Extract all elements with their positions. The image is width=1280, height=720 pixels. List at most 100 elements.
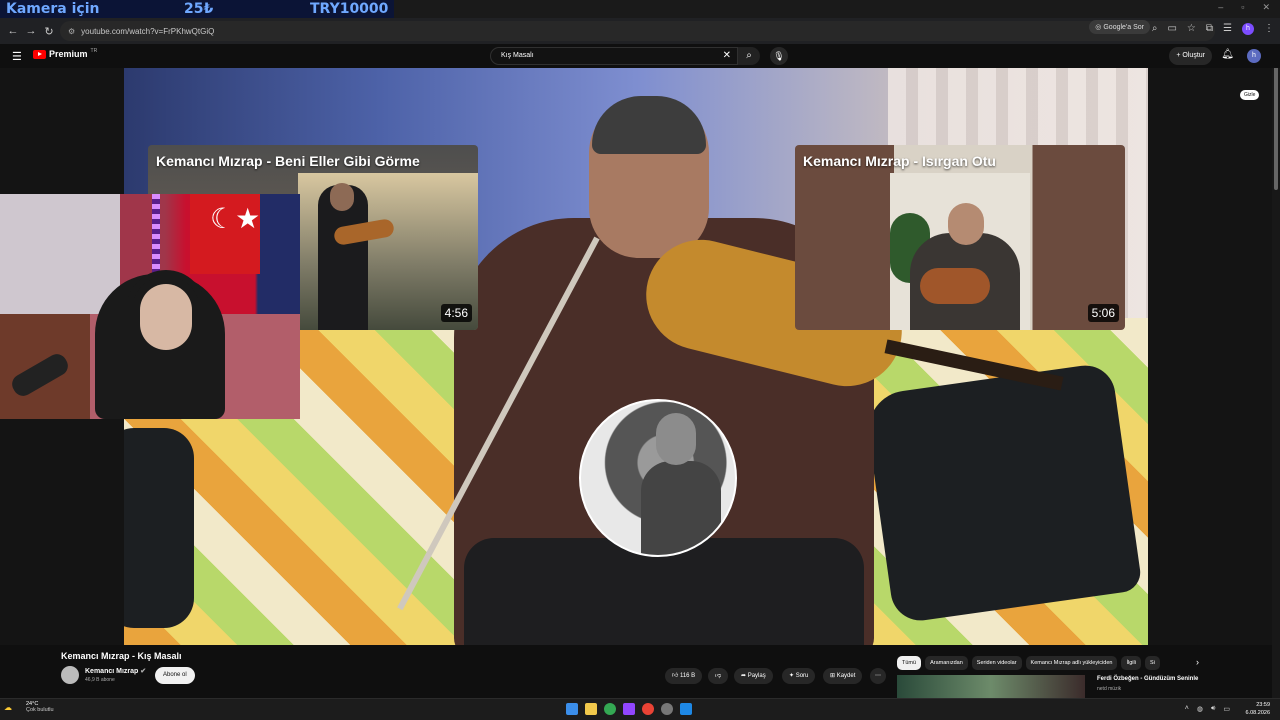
video-info-panel: Kemancı Mızrap - Kış Masalı Kemancı Mızr…	[0, 645, 1272, 698]
volume-icon[interactable]: 🔊︎	[1211, 705, 1215, 713]
weather-widget[interactable]: 24°C Çok bulutlu	[26, 701, 54, 713]
address-bar[interactable]: ⚙ youtube.com/watch?v=FrPKhwQtGiQ	[60, 21, 1215, 41]
card-duration: 4:56	[440, 304, 472, 322]
scrollbar-thumb[interactable]	[1274, 60, 1278, 190]
tray-chevron-icon[interactable]: ˄	[1185, 705, 1189, 713]
youtube-brand: Premium	[49, 49, 88, 59]
clock-time: 23:59	[1256, 702, 1270, 708]
thumbnail-violin	[920, 268, 990, 304]
share-icon: ➦	[741, 673, 748, 679]
extensions-icon[interactable]: ⧉	[1206, 23, 1213, 35]
weather-icon: ☁	[4, 703, 12, 712]
flag-crescent-icon: ☾★	[210, 203, 261, 234]
sparkle-icon: ✦	[789, 673, 796, 679]
chip-related[interactable]: İlgili	[1121, 656, 1141, 670]
like-button[interactable]: 👍︎ 116 B	[665, 668, 703, 684]
channel-name[interactable]: Kemancı Mızrap ✔	[85, 667, 146, 675]
network-icon[interactable]: ◍	[1197, 705, 1203, 713]
account-avatar[interactable]: h	[1247, 49, 1261, 63]
search-button[interactable]: ⌕	[738, 47, 760, 65]
search-input[interactable]: Kış Masalı ✕	[490, 47, 738, 65]
clock[interactable]: 23:59 6.08.2026	[1246, 701, 1270, 717]
start-icon[interactable]	[566, 703, 578, 715]
clear-search-icon[interactable]: ✕	[723, 50, 731, 61]
channel-name-text: Kemancı Mızrap	[85, 668, 139, 675]
browser-profile-avatar[interactable]: h	[1242, 23, 1254, 35]
search-icon: ⌕	[746, 50, 752, 61]
chrome-icon[interactable]	[604, 703, 616, 715]
site-info-icon[interactable]: ⚙	[68, 27, 75, 36]
back-icon[interactable]: ←	[4, 25, 22, 37]
channel-avatar-face	[656, 413, 696, 465]
minimize-icon[interactable]: –	[1218, 2, 1223, 13]
share-button[interactable]: ➦ Paylaş	[734, 668, 773, 684]
cast-icon[interactable]: ▭	[1167, 23, 1176, 35]
related-chips: Tümü Aramanızdan Seriden videolar Kemanc…	[897, 656, 1160, 670]
battery-icon[interactable]: ▭	[1223, 705, 1230, 713]
youtube-header: ☰ Premium TR Kış Masalı ✕ ⌕ 🎙︎ + Oluştur…	[0, 44, 1280, 68]
browser-menu-icon[interactable]: ⋮	[1264, 23, 1274, 35]
video-cushion	[863, 361, 1143, 625]
weather-condition: Çok bulutlu	[26, 707, 54, 713]
chip-from-search[interactable]: Aramanızdan	[925, 656, 968, 670]
hide-chip[interactable]: Gizle	[1240, 90, 1260, 100]
channel-avatar[interactable]	[61, 666, 79, 684]
chip-uploader[interactable]: Kemancı Mızrap adlı yükleyiciden	[1025, 656, 1118, 670]
donation-goal: Kamera için 25₺ TRY10000	[0, 0, 394, 18]
browser-icon[interactable]	[642, 703, 654, 715]
file-explorer-icon[interactable]	[585, 703, 597, 715]
recommended-thumbnail[interactable]	[897, 675, 1085, 698]
forward-icon[interactable]: →	[22, 25, 40, 37]
chip-more[interactable]: Si	[1144, 656, 1160, 670]
chevron-right-icon[interactable]: ›	[1196, 657, 1199, 667]
recommended-channel[interactable]: netd müzik	[1097, 686, 1121, 692]
github-icon[interactable]	[661, 703, 673, 715]
screen: Kamera için 25₺ TRY10000 – ▫ ✕ ← → ↻ ⚙ y…	[0, 0, 1280, 720]
maximize-icon[interactable]: ▫	[1241, 2, 1244, 13]
card-thumbnail	[890, 173, 1030, 330]
endscreen-channel-avatar[interactable]	[579, 399, 737, 557]
microphone-icon: 🎙︎	[773, 51, 785, 61]
url-text: youtube.com/watch?v=FrPKhwQtGiQ	[81, 26, 215, 36]
browser-toolbar: ← → ↻ ⚙ youtube.com/watch?v=FrPKhwQtGiQ …	[0, 18, 1280, 44]
google-lens-label: Google'a Sor	[1103, 24, 1144, 31]
google-lens-button[interactable]: ◎ Google'a Sor	[1089, 20, 1150, 34]
video-cushion-left	[124, 428, 194, 628]
thumbnail-face	[330, 183, 354, 211]
bookmark-star-icon[interactable]: ☆	[1187, 23, 1196, 35]
thumbs-down-icon: 👎︎	[715, 673, 722, 679]
tab-search-icon[interactable]: ☰	[1223, 23, 1232, 35]
youtube-play-icon	[33, 49, 46, 59]
save-button[interactable]: ⊞ Kaydet	[823, 668, 863, 684]
reload-icon[interactable]: ↻	[40, 25, 58, 38]
close-icon[interactable]: ✕	[1262, 2, 1270, 13]
dislike-button[interactable]: 👎︎	[708, 668, 729, 684]
like-count: 116 B	[679, 673, 696, 679]
notepad-icon[interactable]	[680, 703, 692, 715]
card-title: Kemancı Mızrap - Isırgan Otu	[803, 153, 996, 169]
subscribe-button[interactable]: Abone ol	[155, 667, 195, 684]
recommended-title[interactable]: Ferdi Özbeğen - Gündüzüm Seninle	[1097, 676, 1198, 682]
voice-search-button[interactable]: 🎙︎	[770, 47, 788, 65]
ask-button[interactable]: ✦ Soru	[782, 668, 816, 684]
save-icon: ⊞	[830, 673, 837, 679]
share-label: Paylaş	[747, 673, 766, 679]
subscriber-count: 46,9 B abone	[85, 677, 115, 683]
channel-avatar-figure	[641, 461, 721, 555]
menu-icon[interactable]: ☰	[12, 50, 22, 63]
endscreen-card-right[interactable]: Kemancı Mızrap - Isırgan Otu 5:06	[795, 145, 1125, 330]
search-value: Kış Masalı	[501, 52, 534, 59]
taskbar-apps	[566, 703, 692, 715]
youtube-logo[interactable]: Premium TR	[33, 48, 97, 59]
stream-overlay-bar: Kamera için 25₺ TRY10000 – ▫ ✕	[0, 0, 1280, 18]
create-button[interactable]: + Oluştur	[1169, 47, 1212, 65]
video-title: Kemancı Mızrap - Kış Masalı	[61, 651, 182, 661]
obs-icon[interactable]	[623, 703, 635, 715]
notifications-icon[interactable]: 🔔︎	[1221, 49, 1234, 60]
browser-actions: ⌕ ▭ ☆ ⧉ ☰ h ⋮	[1152, 23, 1274, 35]
chip-all[interactable]: Tümü	[897, 656, 922, 670]
zoom-icon[interactable]: ⌕	[1152, 23, 1158, 35]
donation-target: TRY10000	[310, 1, 389, 17]
chip-series[interactable]: Seriden videolar	[971, 656, 1022, 670]
more-actions-button[interactable]: ⋯	[870, 668, 886, 684]
